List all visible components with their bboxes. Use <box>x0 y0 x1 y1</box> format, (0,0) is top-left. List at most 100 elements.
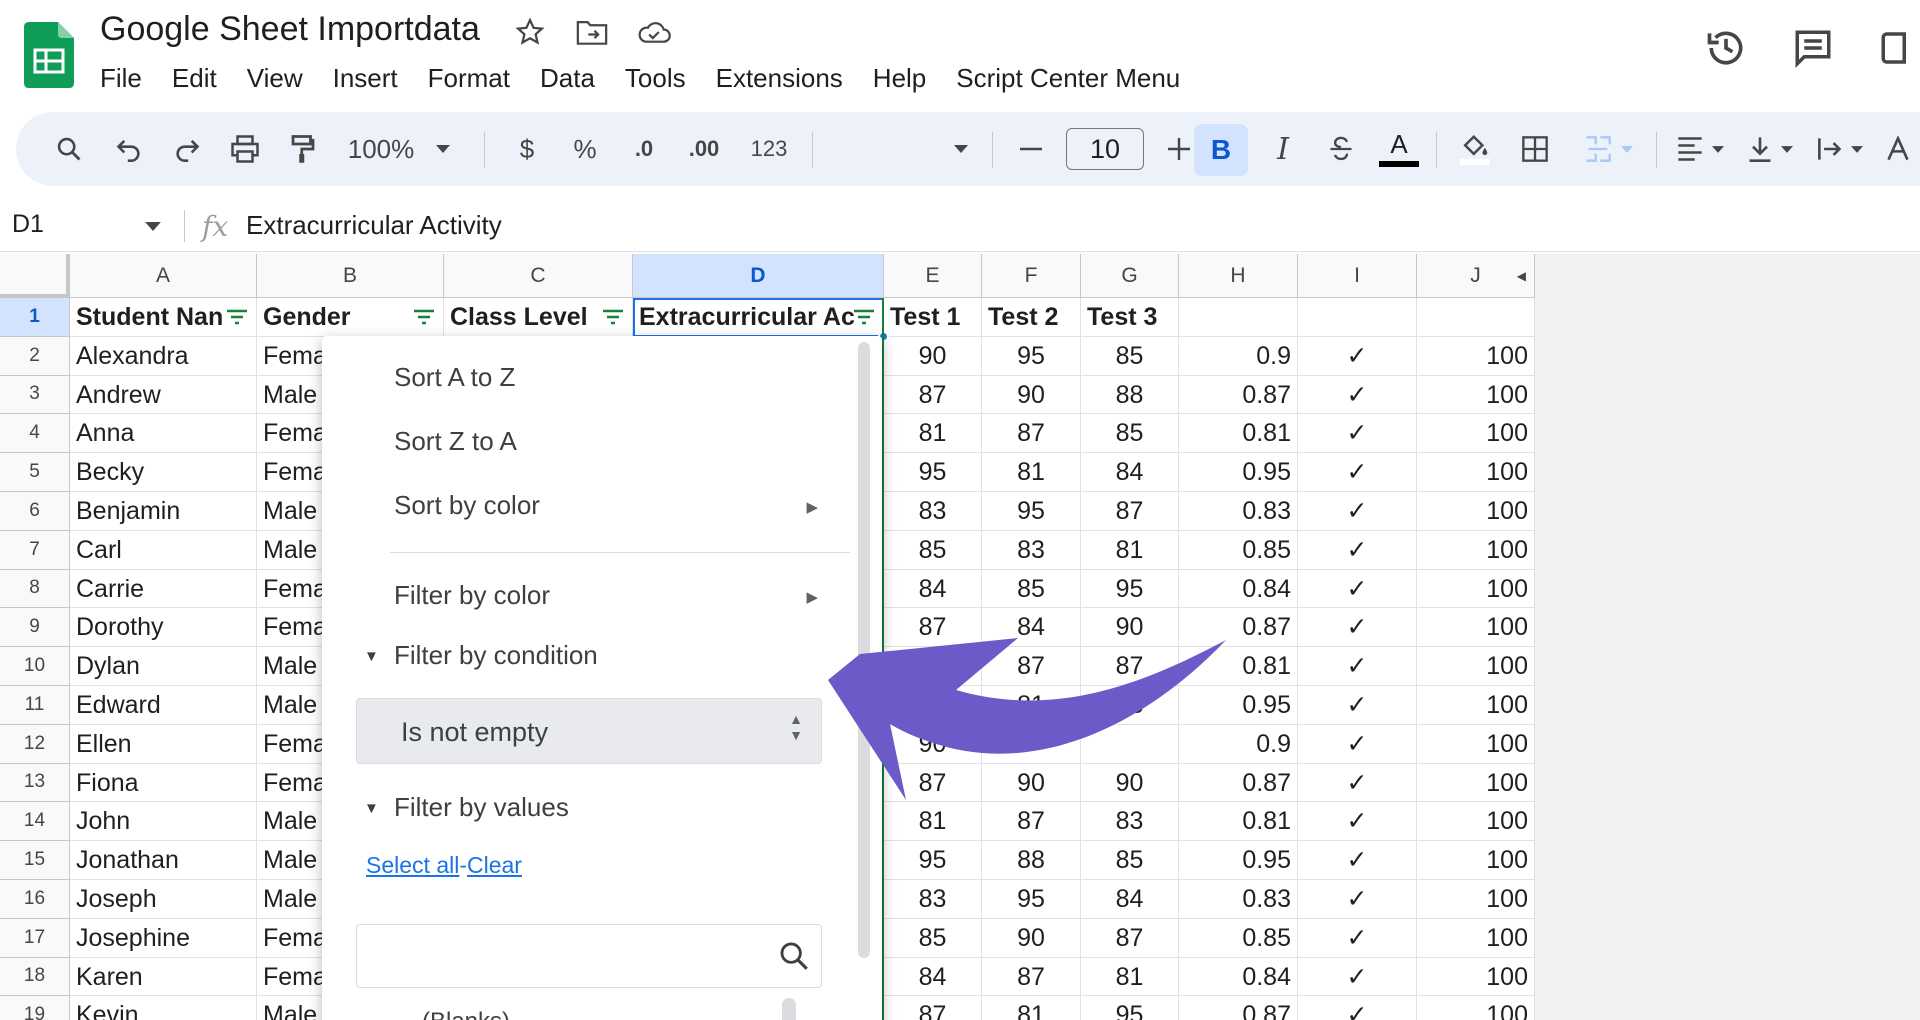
table-cell[interactable]: Benjamin <box>70 492 257 531</box>
column-header-i[interactable]: I <box>1298 254 1417 298</box>
header-cell[interactable] <box>1417 298 1535 337</box>
row-header[interactable]: 5 <box>0 453 70 492</box>
table-cell[interactable]: Karen <box>70 957 257 997</box>
expand-triangle-icon[interactable]: ▼ <box>364 648 379 665</box>
row-header[interactable]: 4 <box>0 414 70 454</box>
row-header[interactable]: 18 <box>0 957 70 997</box>
formula-input[interactable]: Extracurricular Activity <box>246 210 502 241</box>
table-cell[interactable]: ✓ <box>1298 647 1417 686</box>
table-cell[interactable]: 85 <box>1081 336 1179 376</box>
table-cell[interactable]: Carl <box>70 530 257 570</box>
table-cell[interactable]: 85 <box>1081 414 1179 454</box>
table-cell[interactable]: 0.95 <box>1179 453 1298 492</box>
table-cell[interactable]: 100 <box>1417 802 1535 842</box>
column-header-h[interactable]: H <box>1179 254 1298 298</box>
table-cell[interactable]: ✓ <box>1298 686 1417 725</box>
values-scrollbar[interactable] <box>782 998 796 1020</box>
redo-icon[interactable] <box>164 112 210 186</box>
menu-data[interactable]: Data <box>525 60 610 96</box>
italic-button[interactable]: I <box>1260 112 1306 186</box>
format-currency-button[interactable]: $ <box>504 112 550 186</box>
expand-triangle-icon[interactable]: ▼ <box>364 800 379 817</box>
table-cell[interactable]: 81 <box>982 453 1081 492</box>
table-cell[interactable]: ✓ <box>1298 880 1417 919</box>
table-cell[interactable]: 95 <box>1081 996 1179 1020</box>
table-cell[interactable]: 87 <box>884 763 982 803</box>
table-cell[interactable]: 100 <box>1417 492 1535 531</box>
table-cell[interactable]: 87 <box>982 802 1081 842</box>
table-cell[interactable]: 90 <box>1081 763 1179 803</box>
table-cell[interactable]: 95 <box>884 841 982 880</box>
table-cell[interactable]: 100 <box>1417 918 1535 958</box>
font-family-dropdown[interactable] <box>946 112 976 186</box>
table-cell[interactable] <box>982 724 1081 764</box>
table-cell[interactable]: 0.87 <box>1179 763 1298 803</box>
text-color-button[interactable]: A <box>1376 112 1422 186</box>
header-cell[interactable]: Class Level <box>444 298 633 337</box>
row-header[interactable]: 8 <box>0 569 70 609</box>
table-cell[interactable]: Dylan <box>70 647 257 686</box>
table-cell[interactable]: 0.95 <box>1179 841 1298 880</box>
table-cell[interactable]: ✓ <box>1298 724 1417 764</box>
table-cell[interactable]: ✓ <box>1298 492 1417 531</box>
table-cell[interactable]: 90 <box>884 724 982 764</box>
column-header-a[interactable]: A <box>70 254 257 298</box>
table-cell[interactable]: 88 <box>1081 375 1179 415</box>
table-cell[interactable]: John <box>70 802 257 842</box>
table-cell[interactable]: 100 <box>1417 880 1535 919</box>
table-cell[interactable]: 0.9 <box>1179 724 1298 764</box>
name-box-dropdown-icon[interactable] <box>145 222 161 231</box>
table-cell[interactable]: Edward <box>70 686 257 725</box>
table-cell[interactable]: 81 <box>982 996 1081 1020</box>
table-cell[interactable]: 83 <box>884 880 982 919</box>
filter-by-color[interactable]: Filter by color <box>394 580 550 611</box>
table-cell[interactable]: 90 <box>1081 608 1179 648</box>
table-cell[interactable]: Anna <box>70 414 257 454</box>
borders-icon[interactable] <box>1512 112 1558 186</box>
row-header[interactable]: 2 <box>0 336 70 376</box>
table-cell[interactable]: ✓ <box>1298 802 1417 842</box>
row-header[interactable]: 16 <box>0 880 70 919</box>
row-header[interactable]: 15 <box>0 841 70 880</box>
table-cell[interactable]: 83 <box>1081 802 1179 842</box>
row-header[interactable]: 6 <box>0 492 70 531</box>
table-cell[interactable]: 84 <box>1081 880 1179 919</box>
filter-by-condition[interactable]: Filter by condition <box>394 640 598 671</box>
table-cell[interactable]: 83 <box>884 492 982 531</box>
table-cell[interactable]: 100 <box>1417 453 1535 492</box>
table-cell[interactable]: 88 <box>1081 686 1179 725</box>
header-cell[interactable]: Test 3 <box>1081 298 1179 337</box>
text-rotation-icon[interactable] <box>1880 112 1916 186</box>
move-folder-icon[interactable] <box>574 14 610 50</box>
filter-icon[interactable] <box>853 309 875 325</box>
table-cell[interactable]: 84 <box>884 957 982 997</box>
table-cell[interactable]: 0.85 <box>1179 918 1298 958</box>
table-cell[interactable]: Joseph <box>70 880 257 919</box>
row-header[interactable]: 7 <box>0 530 70 570</box>
table-cell[interactable]: ✓ <box>1298 608 1417 648</box>
table-cell[interactable]: 81 <box>1081 530 1179 570</box>
table-cell[interactable]: 84 <box>884 569 982 609</box>
table-cell[interactable]: 87 <box>884 375 982 415</box>
table-cell[interactable]: Fiona <box>70 763 257 803</box>
table-cell[interactable]: ✓ <box>1298 841 1417 880</box>
table-cell[interactable]: 0.83 <box>1179 880 1298 919</box>
scroll-left-icon[interactable]: ◀ <box>1517 269 1526 283</box>
table-cell[interactable]: 100 <box>1417 724 1535 764</box>
filter-icon[interactable] <box>226 309 248 325</box>
format-percent-button[interactable]: % <box>562 112 608 186</box>
table-cell[interactable]: Jonathan <box>70 841 257 880</box>
row-header[interactable]: 17 <box>0 918 70 958</box>
condition-select[interactable]: Is not empty ▲ ▼ <box>356 698 822 764</box>
table-cell[interactable]: 90 <box>982 375 1081 415</box>
row-header[interactable]: 14 <box>0 802 70 842</box>
table-cell[interactable]: 95 <box>982 880 1081 919</box>
table-cell[interactable]: 100 <box>1417 414 1535 454</box>
header-cell[interactable]: Test 1 <box>884 298 982 337</box>
table-cell[interactable]: ✓ <box>1298 414 1417 454</box>
table-cell[interactable]: 0.87 <box>1179 375 1298 415</box>
table-cell[interactable]: Dorothy <box>70 608 257 648</box>
value-option-blanks[interactable]: (Blanks) <box>422 1008 510 1020</box>
table-cell[interactable]: 100 <box>1417 996 1535 1020</box>
values-search-input[interactable] <box>356 924 822 988</box>
